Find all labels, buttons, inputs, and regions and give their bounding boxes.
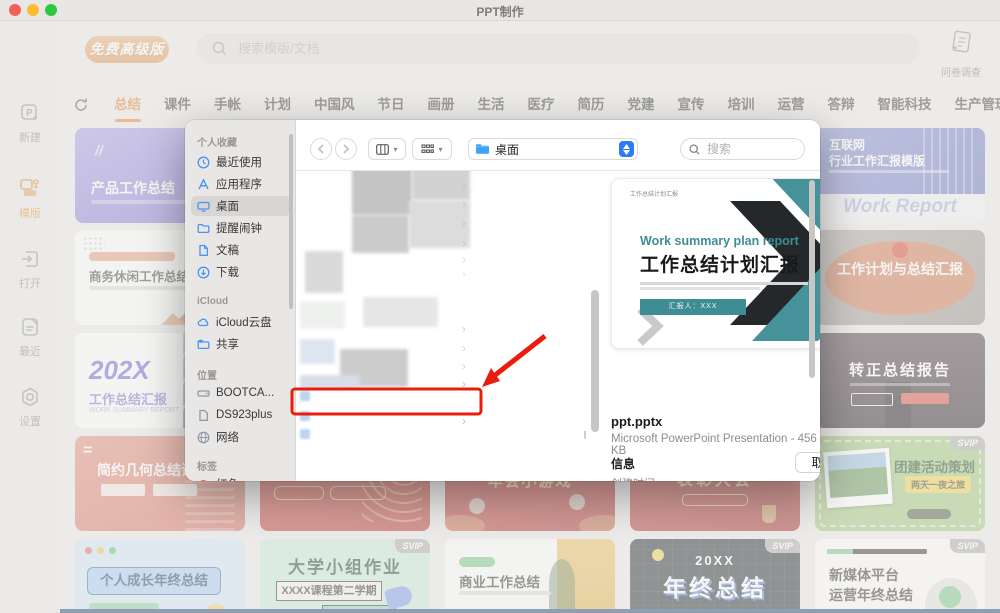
slide-preview: 工作总结计划汇报 Work summary plan report 工作总结计划… [611,178,820,349]
redacted-file-item [363,297,438,327]
location-dropdown[interactable]: 桌面 [468,138,638,160]
folder-chevron-icon [462,414,472,428]
redacted-file-item [352,171,412,215]
finder-item-documents[interactable]: 文稿 [191,240,290,260]
redacted-file-item [352,215,409,253]
slide-presenter-banner: 汇报人：XXX [640,299,746,315]
column-resize-handle[interactable]: ∥ [583,430,588,439]
redacted-file-icon [300,429,310,439]
network-globe-icon [197,431,210,444]
location-label: 桌面 [495,141,619,158]
chevron-down-icon: ▾ [438,145,442,154]
folder-chevron-icon [462,267,472,281]
slide-header-text: 工作总结计划汇报 [630,189,678,198]
finder-item-bootcamp[interactable]: BOOTCA... [191,383,290,403]
location-stepper[interactable] [619,141,634,157]
chevron-down-icon: ▾ [393,145,397,154]
column-view-icon [376,144,389,155]
finder-main: ▾ ▾ 桌面 [296,120,820,481]
folder-chevron-icon [462,197,472,211]
slide-caption-bar [640,282,808,285]
redacted-file-icon [300,411,310,421]
finder-item-icloud-drive[interactable]: iCloud云盘 [191,312,290,332]
sidebar-section-locations: 位置 [197,367,217,382]
preview-scrollbar[interactable] [809,180,815,378]
open-file-dialog: 个人收藏 最近使用 应用程序 桌面 提醒闹钟 文稿 [185,120,820,481]
folder-chevron-icon [462,359,472,373]
finder-sidebar: 个人收藏 最近使用 应用程序 桌面 提醒闹钟 文稿 [185,120,296,481]
drive-icon [197,387,210,400]
slide-subtitle-en: Work summary plan report [640,234,799,248]
finder-item-reminders[interactable]: 提醒闹钟 [191,218,290,238]
clock-icon [197,156,210,169]
folder-chevron-icon [462,341,472,355]
finder-item-network[interactable]: 网络 [191,427,290,447]
folder-chevron-icon [462,236,472,250]
redacted-file-item [300,339,335,364]
redacted-file-item [300,375,360,389]
folder-chevron-icon [462,322,472,336]
window-titlebar: PPT制作 [0,0,1000,21]
preview-file-kind: Microsoft PowerPoint Presentation - 456 … [611,433,820,457]
applications-icon [197,178,210,191]
download-icon [197,266,210,279]
finder-item-tag-red[interactable]: 红色 [191,474,290,481]
sidebar-section-tags: 标签 [197,458,217,473]
grid-icon [421,144,434,155]
redacted-file-item [300,301,345,329]
server-icon [197,409,210,422]
chevron-right-icon [342,144,350,154]
folder-chevron-icon [462,216,472,230]
preview-info-heading: 信息 [611,455,635,472]
preview-created-row: 创建时间 今天 10:18 [611,475,820,481]
folder-chevron-icon [462,179,472,193]
red-tag-icon [197,478,210,482]
folder-icon [475,143,490,155]
finder-item-shared[interactable]: 共享 [191,334,290,354]
created-label: 创建时间 [611,475,655,481]
finder-item-applications[interactable]: 应用程序 [191,174,290,194]
back-button[interactable] [310,138,332,160]
app-window: PPT制作 P 新建 模版 打开 最近 设置 免费高级版 问卷调查 [0,0,1000,613]
dialog-search-field[interactable] [680,138,805,160]
document-icon [197,244,210,257]
column-view-button[interactable]: ▾ [368,138,406,160]
folder-chevron-icon [462,252,472,266]
window-title: PPT制作 [0,3,1000,20]
sidebar-section-icloud: iCloud [197,296,228,307]
finder-item-downloads[interactable]: 下载 [191,262,290,282]
slide-title: 工作总结计划汇报 [640,250,800,277]
finder-item-recents[interactable]: 最近使用 [191,152,290,172]
folder-icon [197,222,210,235]
cancel-button[interactable]: 取消 [795,452,820,473]
folder-chevron-icon [462,377,472,391]
redacted-file-item [305,251,343,293]
search-icon [689,144,700,155]
preview-file-name: ppt.pptx [611,414,662,429]
slide-caption-bar [640,287,760,290]
forward-button[interactable] [335,138,357,160]
sidebar-section-favorites: 个人收藏 [197,134,237,149]
chevron-left-icon [317,144,325,154]
desktop-icon [197,200,210,213]
finder-item-desktop[interactable]: 桌面 [191,196,290,216]
file-list-scrollbar[interactable] [591,290,599,432]
redacted-file-icon [300,391,310,401]
group-by-button[interactable]: ▾ [412,138,452,160]
dialog-search-input[interactable] [705,141,793,157]
sidebar-scrollbar[interactable] [289,134,293,309]
cloud-icon [197,316,210,329]
redacted-file-item [409,200,470,248]
shared-folder-icon [197,338,210,351]
file-browser-column: ppt.pptx [296,171,478,443]
preview-pane: 工作总结计划汇报 Work summary plan report 工作总结计划… [601,171,820,443]
finder-item-ds923plus[interactable]: DS923plus [191,405,290,425]
